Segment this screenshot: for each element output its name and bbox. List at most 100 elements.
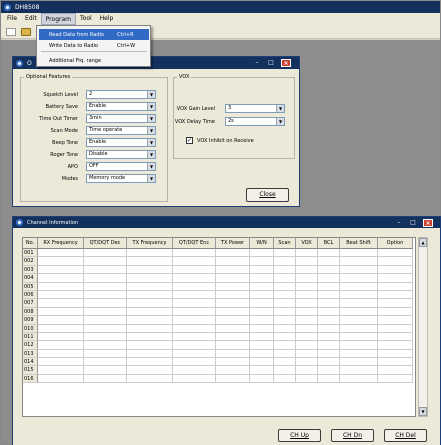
table-row[interactable]: 002 (23, 257, 415, 266)
table-cell[interactable] (216, 341, 250, 350)
col-bcl[interactable]: BCL (318, 238, 340, 249)
table-cell[interactable] (340, 299, 378, 308)
table-cell[interactable] (250, 282, 274, 291)
table-cell[interactable] (173, 257, 216, 266)
table-cell[interactable] (38, 290, 84, 300)
menu-file[interactable]: File (3, 13, 21, 25)
table-cell[interactable] (318, 307, 340, 317)
table-cell[interactable] (127, 274, 173, 283)
table-cell[interactable] (173, 366, 216, 375)
table-cell[interactable] (84, 316, 127, 325)
table-cell[interactable] (38, 358, 84, 367)
close-button[interactable]: Close (246, 188, 289, 202)
table-cell[interactable] (84, 341, 127, 350)
table-cell[interactable] (38, 257, 84, 266)
table-cell[interactable] (378, 332, 413, 342)
table-cell[interactable] (250, 316, 274, 325)
table-cell[interactable] (127, 265, 173, 275)
table-cell[interactable] (127, 316, 173, 325)
col-tx-power[interactable]: TX Power (216, 238, 250, 249)
table-cell[interactable] (127, 349, 173, 359)
table-cell[interactable] (340, 332, 378, 342)
table-cell[interactable] (378, 290, 413, 300)
table-cell[interactable] (378, 374, 413, 384)
menu-additional-frq[interactable]: Additional Frq. range (39, 55, 149, 66)
minimize-icon[interactable]: – (252, 59, 262, 67)
table-cell[interactable] (250, 374, 274, 384)
table-cell[interactable] (340, 265, 378, 275)
table-cell[interactable] (318, 290, 340, 300)
table-cell[interactable] (250, 290, 274, 300)
close-icon[interactable]: × (423, 219, 433, 227)
menu-program[interactable]: Program (40, 13, 76, 25)
table-cell[interactable] (340, 290, 378, 300)
table-cell[interactable] (127, 307, 173, 317)
table-cell[interactable] (84, 282, 127, 291)
table-row[interactable]: 012 (23, 341, 415, 350)
table-row[interactable]: 015 (23, 366, 415, 375)
table-cell[interactable] (318, 265, 340, 275)
table-row[interactable]: 007 (23, 299, 415, 308)
new-file-icon[interactable] (6, 28, 16, 36)
table-cell[interactable] (173, 332, 216, 342)
table-cell[interactable] (216, 249, 250, 258)
table-cell[interactable] (296, 290, 318, 300)
table-cell[interactable] (38, 349, 84, 359)
table-cell[interactable] (296, 265, 318, 275)
table-row[interactable]: 016 (23, 374, 415, 384)
table-cell[interactable] (378, 341, 413, 350)
col-qt-dqt-dec[interactable]: QT/DQT Dec (84, 238, 127, 249)
ch-dn-button[interactable]: CH Dn (331, 429, 374, 442)
table-cell[interactable] (84, 249, 127, 258)
table-row[interactable]: 009 (23, 316, 415, 325)
table-cell[interactable] (127, 290, 173, 300)
table-cell[interactable] (318, 274, 340, 283)
table-cell[interactable] (173, 358, 216, 367)
table-cell[interactable] (274, 366, 296, 375)
table-cell[interactable] (318, 324, 340, 333)
table-cell[interactable] (84, 332, 127, 342)
table-cell[interactable] (250, 249, 274, 258)
battery-save-select[interactable]: Enable ▼ (86, 102, 156, 111)
table-cell[interactable] (250, 299, 274, 308)
table-cell[interactable] (38, 341, 84, 350)
maximize-icon[interactable]: □ (266, 59, 276, 67)
table-cell[interactable] (216, 349, 250, 359)
table-cell[interactable] (173, 307, 216, 317)
table-cell[interactable] (340, 374, 378, 384)
ch-del-button[interactable]: CH Del (384, 429, 427, 442)
table-cell[interactable] (378, 349, 413, 359)
table-cell[interactable] (378, 299, 413, 308)
table-cell[interactable] (173, 299, 216, 308)
table-cell[interactable] (378, 249, 413, 258)
table-cell[interactable] (378, 358, 413, 367)
table-cell[interactable] (127, 249, 173, 258)
table-cell[interactable] (296, 307, 318, 317)
ch-up-button[interactable]: CH Up (278, 429, 321, 442)
table-cell[interactable] (274, 332, 296, 342)
table-cell[interactable] (378, 282, 413, 291)
table-row[interactable]: 013 (23, 349, 415, 359)
table-cell[interactable] (340, 257, 378, 266)
col-qt-dqt-enc[interactable]: QT/DQT Enc (173, 238, 216, 249)
table-row[interactable]: 001 (23, 249, 415, 258)
table-cell[interactable] (296, 299, 318, 308)
modes-select[interactable]: Memory mode ▼ (86, 174, 156, 183)
vox-inhibit-checkbox[interactable]: ✓ VOX Inhibit on Receive (186, 137, 254, 144)
time-out-timer-select[interactable]: 3min ▼ (86, 114, 156, 123)
table-cell[interactable] (216, 374, 250, 384)
table-cell[interactable] (318, 257, 340, 266)
table-cell[interactable] (250, 274, 274, 283)
scroll-down-icon[interactable]: ▼ (419, 407, 427, 416)
table-cell[interactable] (296, 274, 318, 283)
table-cell[interactable] (378, 316, 413, 325)
table-cell[interactable] (250, 324, 274, 333)
table-cell[interactable] (250, 358, 274, 367)
table-cell[interactable] (296, 374, 318, 384)
table-cell[interactable] (250, 257, 274, 266)
col-wn[interactable]: W/N (250, 238, 274, 249)
table-cell[interactable] (318, 366, 340, 375)
table-cell[interactable] (340, 274, 378, 283)
table-cell[interactable] (127, 282, 173, 291)
col-vox[interactable]: VOX (296, 238, 318, 249)
